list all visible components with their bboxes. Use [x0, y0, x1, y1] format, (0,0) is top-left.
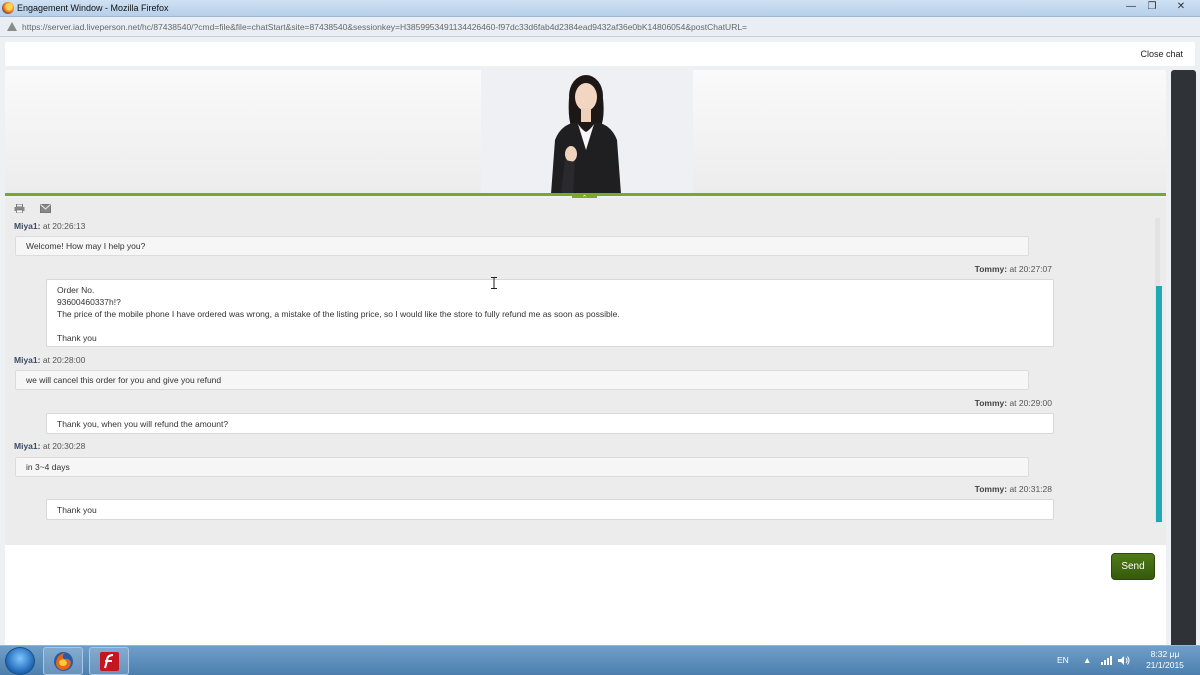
chat-scrollbar-thumb[interactable] — [1156, 286, 1162, 522]
message-meta: Tommy: at 20:27:07 — [905, 264, 1052, 274]
send-button[interactable]: Send — [1111, 553, 1155, 580]
text-cursor-icon — [491, 277, 497, 289]
message-time: at 20:31:28 — [1009, 484, 1052, 494]
print-icon[interactable] — [14, 204, 25, 213]
message-text: Order No. — [57, 285, 95, 295]
email-icon[interactable] — [40, 204, 51, 213]
tray-expand-icon[interactable]: ▲ — [1083, 655, 1091, 665]
close-window-button[interactable]: ✕ — [1164, 0, 1198, 16]
message-text: Thank you — [57, 333, 97, 343]
message-text: Thank you — [57, 505, 97, 515]
taskbar-firefox-button[interactable] — [43, 647, 83, 675]
user-message: Thank you, when you will refund the amou… — [46, 413, 1054, 434]
user-message: Thank you — [46, 499, 1054, 520]
clock-date: 21/1/2015 — [1146, 660, 1184, 670]
clock-time: 8:32 μμ — [1150, 649, 1180, 659]
message-text — [57, 320, 1043, 332]
message-time: at 20:26:13 — [42, 221, 86, 231]
message-time: at 20:29:00 — [1009, 398, 1052, 408]
side-panel-strip — [1171, 70, 1196, 645]
message-text: Thank you, when you will refund the amou… — [57, 419, 229, 429]
message-meta: Miya1: at 20:28:00 — [14, 355, 85, 365]
user-message: Order No. 93600460337h!? The price of th… — [46, 279, 1054, 347]
taskbar-app-button[interactable] — [89, 647, 129, 675]
agent-message: Welcome! How may I help you? — [15, 236, 1029, 256]
sender-name: Miya1: — [14, 221, 41, 231]
agent-banner — [5, 70, 1166, 195]
message-text: 93600460337h!? — [57, 297, 121, 307]
message-meta: Tommy: at 20:29:00 — [905, 398, 1052, 408]
message-time: at 20:28:00 — [42, 355, 86, 365]
taskbar-clock[interactable]: 8:32 μμ 21/1/2015 — [1140, 649, 1190, 671]
message-text: in 3~4 days — [26, 462, 70, 472]
message-time: at 20:27:07 — [1009, 264, 1052, 274]
network-icon[interactable] — [1101, 656, 1112, 665]
windows-taskbar: EN ▲ 8:32 μμ 21/1/2015 — [0, 645, 1200, 675]
agent-message: in 3~4 days — [15, 457, 1029, 477]
flash-app-icon — [100, 652, 119, 671]
sender-name: Tommy: — [974, 398, 1008, 408]
message-input[interactable] — [5, 545, 1166, 645]
chat-header-bar: Close chat — [5, 42, 1195, 66]
volume-icon[interactable] — [1118, 655, 1130, 666]
firefox-icon — [54, 652, 73, 671]
window-titlebar: Engagement Window - Mozilla Firefox — ❐ … — [0, 0, 1200, 17]
language-indicator[interactable]: EN — [1057, 655, 1069, 665]
firefox-icon — [2, 2, 14, 14]
sender-name: Miya1: — [14, 355, 41, 365]
message-text: The price of the mobile phone I have ord… — [57, 309, 620, 319]
address-bar[interactable]: https://server.iad.liveperson.net/hc/874… — [0, 17, 1200, 37]
message-time: at 20:30:28 — [42, 441, 86, 451]
sender-name: Tommy: — [974, 484, 1008, 494]
agent-message: we will cancel this order for you and gi… — [15, 370, 1029, 390]
close-chat-link[interactable]: Close chat — [1140, 49, 1183, 59]
sender-name: Tommy: — [974, 264, 1008, 274]
sender-name: Miya1: — [14, 441, 41, 451]
message-text: we will cancel this order for you and gi… — [26, 375, 222, 385]
message-meta: Tommy: at 20:31:28 — [905, 484, 1052, 494]
start-button[interactable] — [5, 647, 35, 675]
window-title: Engagement Window - Mozilla Firefox — [17, 3, 169, 13]
message-meta: Miya1: at 20:30:28 — [14, 441, 85, 451]
url-text[interactable]: https://server.iad.liveperson.net/hc/874… — [22, 22, 747, 32]
agent-photo — [481, 70, 693, 194]
message-meta: Miya1: at 20:26:13 — [14, 221, 85, 231]
message-text: Welcome! How may I help you? — [26, 241, 146, 251]
chat-transcript: Miya1: at 20:26:13 Welcome! How may I he… — [5, 198, 1166, 545]
warning-icon — [7, 22, 17, 31]
agent-photo-image — [481, 70, 693, 194]
maximize-button[interactable]: ❐ — [1139, 0, 1165, 16]
